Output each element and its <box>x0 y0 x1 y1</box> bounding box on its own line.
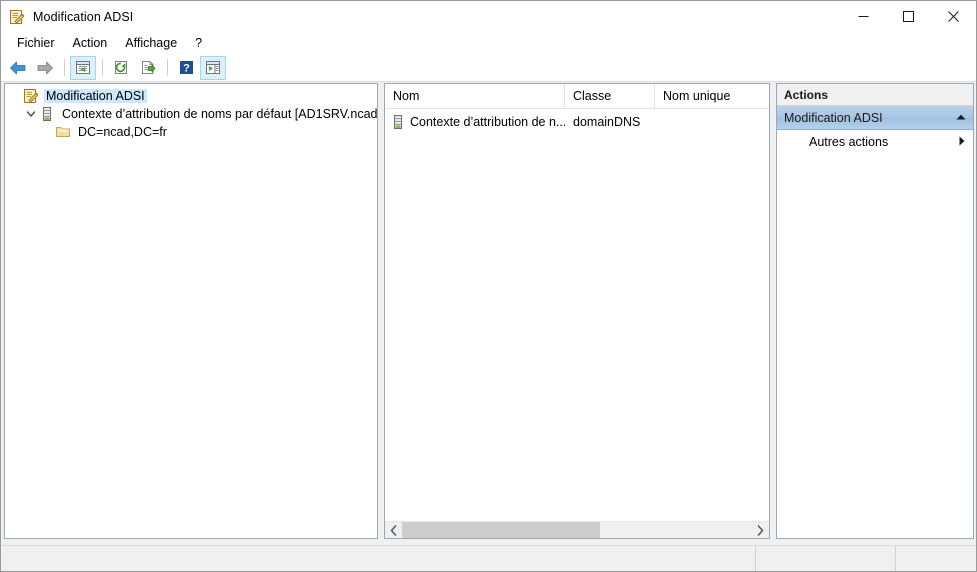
toolbar-separator <box>167 59 168 76</box>
status-bar <box>1 545 976 571</box>
toolbar-separator <box>102 59 103 76</box>
export-list-button[interactable] <box>135 56 161 80</box>
actions-panel: Actions Modification ADSI Autres actions <box>776 83 974 539</box>
tree-node-label: Modification ADSI <box>44 89 147 103</box>
console-tree-panel: Modification ADSI Contexte d’attribution… <box>4 83 378 539</box>
cell-classe: domainDNS <box>573 114 641 129</box>
menu-bar: Fichier Action Affichage ? <box>1 32 976 54</box>
table-row[interactable]: Contexte d’attribution de n... domainDNS <box>385 111 769 132</box>
close-button[interactable] <box>931 1 976 32</box>
maximize-button[interactable] <box>886 1 931 32</box>
column-header-classe[interactable]: Classe <box>565 84 655 108</box>
actions-title: Actions <box>784 87 829 102</box>
back-button[interactable] <box>5 56 31 80</box>
refresh-button[interactable] <box>108 56 134 80</box>
forward-button[interactable] <box>32 56 58 80</box>
tree-node-dc-ncad-dc-fr[interactable]: DC=ncad,DC=fr <box>5 123 377 141</box>
show-hide-action-pane-button[interactable] <box>200 55 226 80</box>
list-view-panel: Nom Classe Nom unique Contexte d’attribu… <box>384 83 770 539</box>
tree-expander-placeholder <box>39 124 55 140</box>
export-list-icon <box>142 61 156 74</box>
scrollbar-track[interactable] <box>402 521 752 538</box>
tree-node-label: Contexte d’attribution de noms par défau… <box>62 107 378 121</box>
adsi-edit-icon <box>9 9 25 25</box>
toolbar: ? <box>1 54 976 82</box>
title-bar: Modification ADSI <box>1 1 976 32</box>
cell-text: Contexte d’attribution de n... <box>410 114 565 129</box>
refresh-icon <box>115 61 127 74</box>
actions-group-label: Modification ADSI <box>784 110 883 125</box>
minimize-icon <box>858 16 869 17</box>
svg-text:?: ? <box>183 63 190 75</box>
window-title: Modification ADSI <box>33 9 134 24</box>
status-segment-tertiary <box>896 546 976 571</box>
tree-expander-placeholder <box>7 88 23 104</box>
adsi-edit-window: Modification ADSI Fichier Action Afficha… <box>0 0 977 572</box>
chevron-down-icon[interactable] <box>23 106 39 122</box>
caret-right-icon <box>959 136 965 149</box>
status-segment-main <box>1 546 756 571</box>
menu-action[interactable]: Action <box>64 34 117 52</box>
action-autres-actions[interactable]: Autres actions <box>777 130 973 154</box>
column-header-nom-unique[interactable]: Nom unique <box>655 84 769 108</box>
action-pane-icon <box>206 61 220 74</box>
horizontal-scrollbar[interactable] <box>385 521 769 538</box>
chevron-left-icon[interactable] <box>385 522 402 539</box>
scrollbar-thumb[interactable] <box>402 521 600 538</box>
console-tree-icon <box>76 61 90 74</box>
arrow-left-icon <box>10 61 26 74</box>
actions-panel-header: Actions <box>777 84 973 106</box>
adsi-edit-icon <box>23 88 39 104</box>
menu-help[interactable]: ? <box>186 34 211 52</box>
cell-nom: Contexte d’attribution de n... <box>385 114 565 130</box>
close-icon <box>948 11 959 22</box>
menu-affichage[interactable]: Affichage <box>116 34 186 52</box>
naming-context-icon <box>39 106 55 122</box>
naming-context-icon <box>390 114 406 130</box>
arrow-right-icon <box>37 61 53 74</box>
tree-node-label: DC=ncad,DC=fr <box>78 125 167 139</box>
caret-up-icon[interactable] <box>956 113 966 122</box>
window-controls <box>841 1 976 32</box>
help-button[interactable]: ? <box>173 56 199 80</box>
show-hide-console-tree-button[interactable] <box>70 55 96 80</box>
tree-node-modification-adsi[interactable]: Modification ADSI <box>5 87 377 105</box>
folder-icon <box>55 124 71 140</box>
tree-node-default-naming-context[interactable]: Contexte d’attribution de noms par défau… <box>5 105 377 123</box>
maximize-icon <box>903 11 914 22</box>
help-question-icon: ? <box>179 61 193 75</box>
minimize-button[interactable] <box>841 1 886 32</box>
action-item-label: Autres actions <box>809 135 889 149</box>
status-segment-secondary <box>756 546 896 571</box>
column-header-nom[interactable]: Nom <box>385 84 565 108</box>
actions-group-modification-adsi[interactable]: Modification ADSI <box>777 106 973 130</box>
menu-fichier[interactable]: Fichier <box>8 34 64 52</box>
chevron-right-icon[interactable] <box>752 522 769 539</box>
toolbar-separator <box>64 59 65 76</box>
list-view-header: Nom Classe Nom unique <box>385 84 769 109</box>
